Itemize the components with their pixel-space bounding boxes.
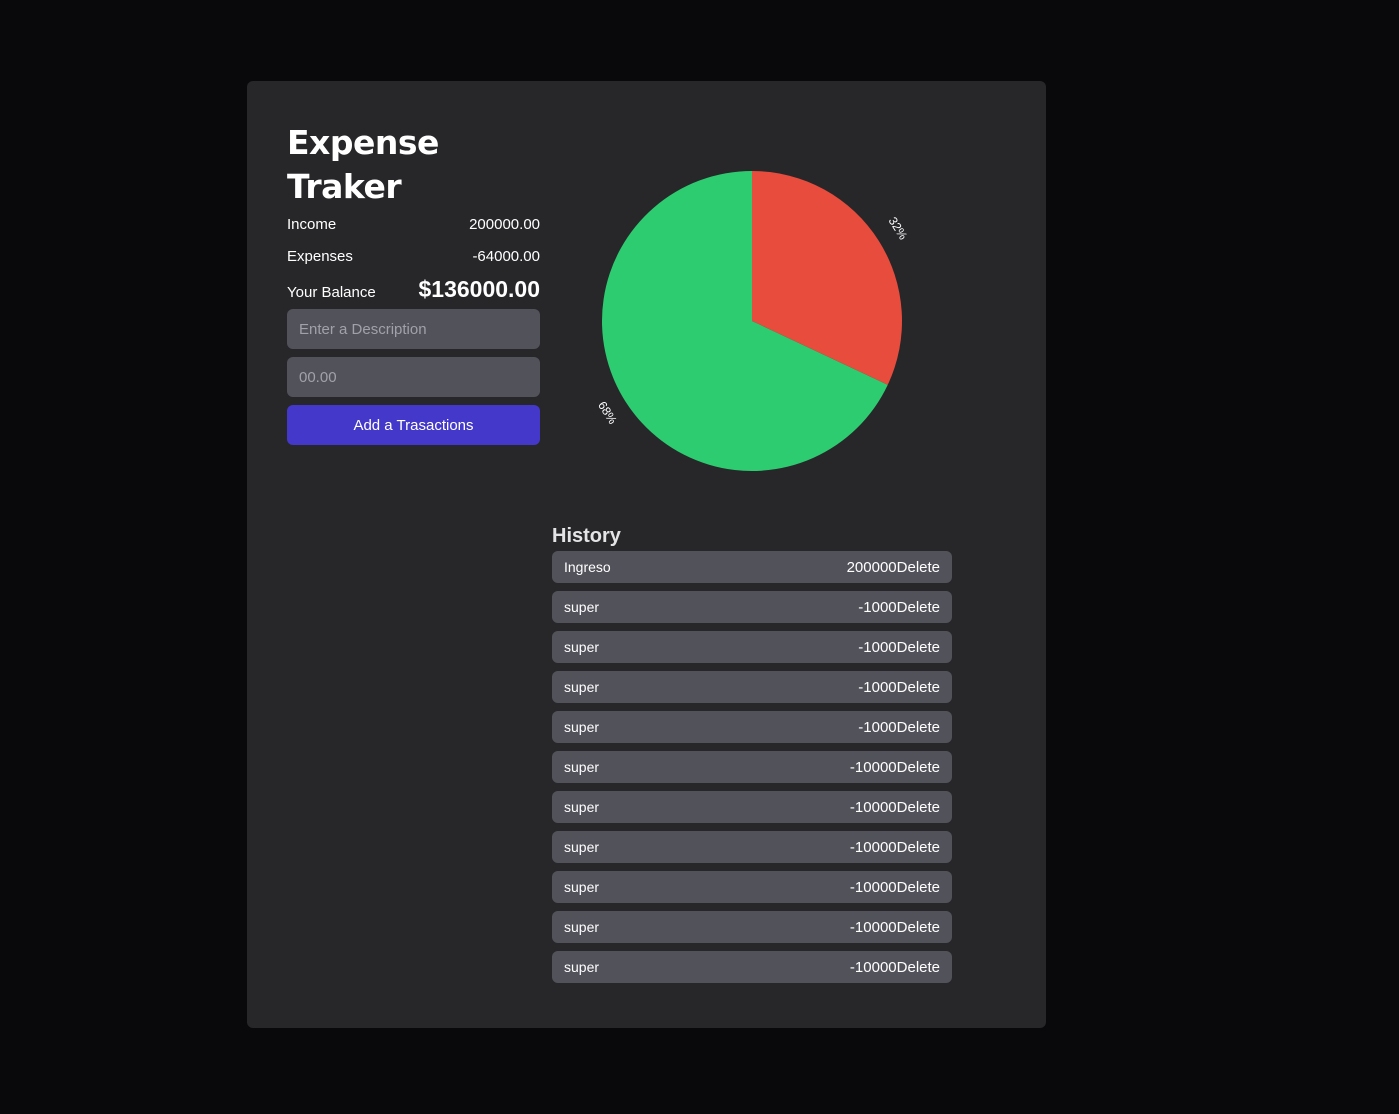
balance-label: Your Balance [287, 284, 376, 301]
balance-row: Your Balance $136000.00 [287, 273, 540, 309]
history-item: super -10000Delete [552, 791, 952, 823]
delete-button[interactable]: Delete [897, 719, 940, 736]
history-item-amount: -10000 [849, 798, 897, 816]
history-item-right: -10000Delete [850, 959, 940, 976]
delete-button[interactable]: Delete [897, 919, 940, 936]
history-item: super -1000Delete [552, 591, 952, 623]
expenses-value: -64000.00 [472, 248, 540, 265]
history-item-amount: 200000 [846, 558, 897, 576]
page-title: Expense Traker [287, 123, 439, 206]
history-item-amount: -10000 [849, 958, 897, 976]
history-item-right: -1000Delete [858, 639, 940, 656]
amount-input[interactable] [287, 357, 540, 397]
history-item: super -10000Delete [552, 911, 952, 943]
history-item-amount: -1000 [858, 598, 897, 616]
history-item-amount: -1000 [858, 718, 897, 736]
expenses-row: Expenses -64000.00 [287, 241, 540, 273]
delete-button[interactable]: Delete [897, 839, 940, 856]
history-item-amount: -10000 [849, 838, 897, 856]
history-item-amount: -10000 [849, 878, 897, 896]
history-item-description: Ingreso [564, 559, 611, 575]
income-row: Income 200000.00 [287, 209, 540, 241]
history-item: Ingreso 200000Delete [552, 551, 952, 583]
delete-button[interactable]: Delete [897, 679, 940, 696]
tracker-card: Expense Traker Income 200000.00 Expenses… [247, 81, 1046, 1028]
history-item-description: super [564, 799, 600, 815]
history-item-description: super [564, 839, 600, 855]
history-item: super -1000Delete [552, 671, 952, 703]
history-item: super -10000Delete [552, 751, 952, 783]
history-item-right: -10000Delete [850, 919, 940, 936]
pie-label-1: 68% [595, 399, 620, 427]
history-item-right: -10000Delete [850, 759, 940, 776]
history-item: super -10000Delete [552, 871, 952, 903]
history-item: super -1000Delete [552, 631, 952, 663]
history-item-amount: -10000 [849, 918, 897, 936]
description-input[interactable] [287, 309, 540, 349]
history-item-description: super [564, 719, 600, 735]
delete-button[interactable]: Delete [897, 959, 940, 976]
delete-button[interactable]: Delete [897, 639, 940, 656]
history-item: super -10000Delete [552, 831, 952, 863]
history-item-amount: -1000 [858, 678, 897, 696]
history-item-description: super [564, 679, 600, 695]
history-item-description: super [564, 879, 600, 895]
income-label: Income [287, 216, 337, 233]
history-item-amount: -10000 [849, 758, 897, 776]
history-item: super -1000Delete [552, 711, 952, 743]
history-item-description: super [564, 759, 600, 775]
income-value: 200000.00 [469, 216, 540, 233]
history-item-description: super [564, 959, 600, 975]
history-section: History Ingreso 200000Delete super -1000Del… [552, 523, 952, 991]
history-item-right: 200000Delete [847, 559, 940, 576]
history-list: Ingreso 200000Delete super -1000Delete super… [552, 551, 952, 983]
history-item-right: -10000Delete [850, 799, 940, 816]
delete-button[interactable]: Delete [897, 759, 940, 776]
history-item-description: super [564, 639, 600, 655]
history-item-right: -1000Delete [858, 599, 940, 616]
history-item-description: super [564, 599, 600, 615]
delete-button[interactable]: Delete [897, 799, 940, 816]
delete-button[interactable]: Delete [897, 879, 940, 896]
summary-panel: Expense Traker Income 200000.00 Expenses… [287, 121, 540, 445]
history-item-right: -1000Delete [858, 719, 940, 736]
expenses-label: Expenses [287, 248, 353, 265]
add-transaction-button[interactable]: Add a Trasactions [287, 405, 540, 445]
history-item-description: super [564, 919, 600, 935]
delete-button[interactable]: Delete [897, 559, 940, 576]
balance-value: $136000.00 [418, 276, 540, 302]
history-item: super -10000Delete [552, 951, 952, 983]
history-item-amount: -1000 [858, 638, 897, 656]
history-item-right: -10000Delete [850, 839, 940, 856]
history-item-right: -1000Delete [858, 679, 940, 696]
pie-label-0: 32% [886, 214, 911, 242]
pie-chart: 32% 68% [595, 171, 911, 471]
delete-button[interactable]: Delete [897, 599, 940, 616]
history-title: History [552, 525, 621, 547]
history-item-right: -10000Delete [850, 879, 940, 896]
